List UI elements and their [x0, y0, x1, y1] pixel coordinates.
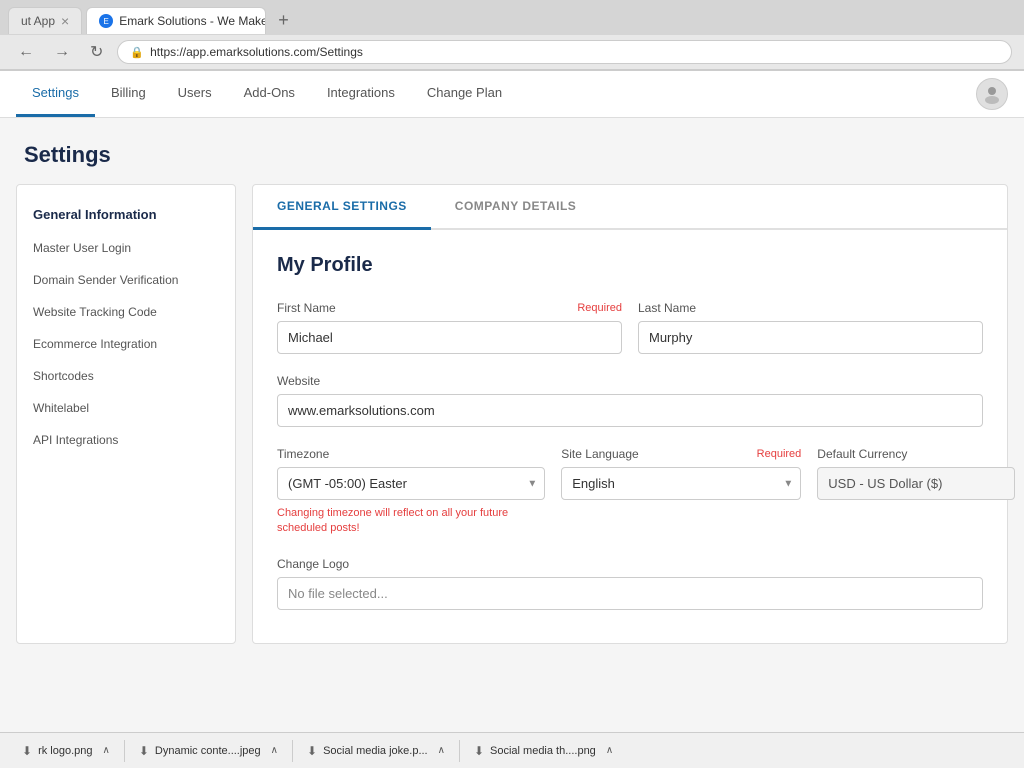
currency-label-row: Default Currency [817, 447, 1015, 461]
forward-button[interactable]: → [48, 41, 76, 63]
language-select[interactable]: English [561, 467, 801, 500]
bottom-item-1[interactable]: ⬇ rk logo.png ∧ [8, 740, 125, 762]
sidebar-section-title: General Information [17, 197, 235, 232]
sidebar-item-website-tracking[interactable]: Website Tracking Code [17, 296, 235, 328]
timezone-label: Timezone [277, 447, 329, 461]
back-button[interactable]: ← [12, 41, 40, 63]
browser-chrome: ut App × E Emark Solutions - We Make Di.… [0, 0, 1024, 71]
bottom-chevron-2: ∧ [271, 745, 278, 756]
bottom-bar: ⬇ rk logo.png ∧ ⬇ Dynamic conte....jpeg … [0, 732, 1024, 768]
first-name-group: First Name Required [277, 301, 622, 354]
bottom-item-3-label: Social media joke.p... [323, 745, 428, 757]
download-icon-1: ⬇ [22, 744, 32, 758]
nav-billing[interactable]: Billing [95, 71, 162, 117]
general-settings-content: My Profile First Name Required Last Name [253, 230, 1007, 634]
lock-icon: 🔒 [130, 46, 144, 59]
sidebar-item-ecommerce[interactable]: Ecommerce Integration [17, 328, 235, 360]
nav-integrations[interactable]: Integrations [311, 71, 411, 117]
tab-company-details[interactable]: COMPANY DETAILS [431, 185, 601, 230]
three-col-row: Timezone (GMT -05:00) Easter ▼ Changing … [277, 447, 983, 537]
sidebar-item-api[interactable]: API Integrations [17, 424, 235, 456]
profile-title: My Profile [277, 254, 983, 277]
language-select-wrapper: English ▼ [561, 467, 801, 500]
bottom-chevron-1: ∧ [103, 745, 110, 756]
tab-1-close[interactable]: × [61, 14, 69, 28]
name-row: First Name Required Last Name [277, 301, 983, 354]
last-name-group: Last Name [638, 301, 983, 354]
tab-1[interactable]: ut App × [8, 7, 82, 34]
language-required: Required [757, 448, 802, 460]
timezone-select[interactable]: (GMT -05:00) Easter [277, 467, 545, 500]
page-title: Settings [0, 118, 1024, 184]
first-name-label-row: First Name Required [277, 301, 622, 315]
language-label: Site Language [561, 447, 638, 461]
tab-2[interactable]: E Emark Solutions - We Make Di... × [86, 7, 266, 34]
language-label-row: Site Language Required [561, 447, 801, 461]
sidebar-item-master-user[interactable]: Master User Login [17, 232, 235, 264]
main-content: GENERAL SETTINGS COMPANY DETAILS My Prof… [252, 184, 1008, 644]
logo-section: Change Logo No file selected... [277, 557, 983, 610]
sidebar-item-shortcodes[interactable]: Shortcodes [17, 360, 235, 392]
first-name-input[interactable] [277, 321, 622, 354]
timezone-label-row: Timezone [277, 447, 545, 461]
last-name-label: Last Name [638, 301, 696, 315]
nav-change-plan[interactable]: Change Plan [411, 71, 518, 117]
last-name-label-row: Last Name [638, 301, 983, 315]
new-tab-button[interactable]: + [270, 6, 297, 35]
download-icon-3: ⬇ [307, 744, 317, 758]
website-label-row: Website [277, 374, 983, 388]
bottom-item-1-label: rk logo.png [38, 745, 92, 757]
website-group: Website [277, 374, 983, 427]
tab-2-title: Emark Solutions - We Make Di... [119, 14, 266, 28]
bottom-item-4[interactable]: ⬇ Social media th....png ∧ [460, 740, 627, 762]
address-bar: ← → ↻ 🔒 https://app.emarksolutions.com/S… [0, 35, 1024, 70]
download-icon-2: ⬇ [139, 744, 149, 758]
first-name-label: First Name [277, 301, 336, 315]
app-nav: Settings Billing Users Add-Ons Integrati… [0, 71, 1024, 118]
url-text: https://app.emarksolutions.com/Settings [150, 45, 363, 59]
bottom-item-2[interactable]: ⬇ Dynamic conte....jpeg ∧ [125, 740, 293, 762]
timezone-warning: Changing timezone will reflect on all yo… [277, 506, 545, 537]
timezone-group: Timezone (GMT -05:00) Easter ▼ Changing … [277, 447, 545, 537]
last-name-input[interactable] [638, 321, 983, 354]
tabs-header: GENERAL SETTINGS COMPANY DETAILS [253, 185, 1007, 230]
currency-label: Default Currency [817, 447, 907, 461]
currency-display: USD - US Dollar ($) [817, 467, 1015, 500]
avatar[interactable] [976, 78, 1008, 110]
content-area: General Information Master User Login Do… [0, 184, 1024, 660]
sidebar: General Information Master User Login Do… [16, 184, 236, 644]
sidebar-item-domain-sender[interactable]: Domain Sender Verification [17, 264, 235, 296]
bottom-item-4-label: Social media th....png [490, 745, 596, 757]
tab-general-settings[interactable]: GENERAL SETTINGS [253, 185, 431, 230]
bottom-chevron-4: ∧ [606, 745, 613, 756]
logo-label: Change Logo [277, 557, 983, 571]
page-container: Settings General Information Master User… [0, 118, 1024, 756]
tab-2-favicon: E [99, 14, 113, 28]
nav-settings[interactable]: Settings [16, 71, 95, 117]
logo-file-input[interactable]: No file selected... [277, 577, 983, 610]
nav-users[interactable]: Users [162, 71, 228, 117]
tab-1-title: ut App [21, 14, 55, 28]
nav-addons[interactable]: Add-Ons [228, 71, 311, 117]
sidebar-item-whitelabel[interactable]: Whitelabel [17, 392, 235, 424]
reload-button[interactable]: ↻ [84, 40, 109, 64]
website-input[interactable] [277, 394, 983, 427]
tab-bar: ut App × E Emark Solutions - We Make Di.… [0, 0, 1024, 35]
bottom-chevron-3: ∧ [438, 745, 445, 756]
download-icon-4: ⬇ [474, 744, 484, 758]
first-name-required: Required [577, 302, 622, 314]
timezone-select-wrapper: (GMT -05:00) Easter ▼ [277, 467, 545, 500]
url-bar[interactable]: 🔒 https://app.emarksolutions.com/Setting… [117, 40, 1012, 64]
currency-group: Default Currency USD - US Dollar ($) [817, 447, 1015, 537]
bottom-item-3[interactable]: ⬇ Social media joke.p... ∧ [293, 740, 460, 762]
website-label: Website [277, 374, 320, 388]
language-group: Site Language Required English ▼ [561, 447, 801, 537]
bottom-item-2-label: Dynamic conte....jpeg [155, 745, 261, 757]
